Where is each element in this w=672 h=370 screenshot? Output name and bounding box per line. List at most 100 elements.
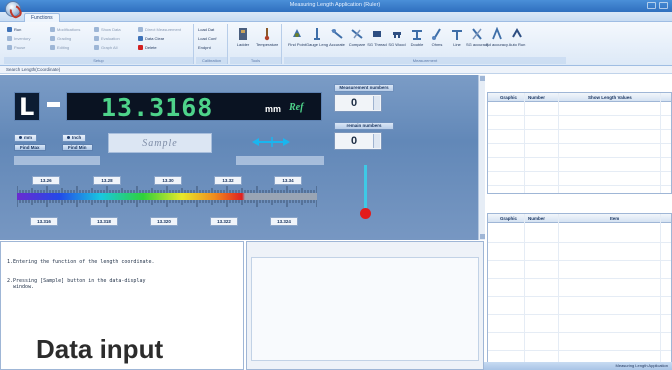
auto-run-button[interactable]: Auto Run <box>506 27 528 57</box>
scale-top-label: 13.32 <box>214 176 242 185</box>
ribbon-inventory[interactable]: Inventory <box>7 35 30 42</box>
ribbon-group-tools: Ladder Temperature Tools <box>230 24 282 64</box>
notes-panel <box>246 241 484 370</box>
window-controls <box>647 2 668 9</box>
status-text: Measuring Length Application <box>615 363 668 368</box>
color-scale-bar <box>17 186 317 207</box>
scroll-up-icon[interactable] <box>480 76 485 81</box>
ribbon-load-dat[interactable]: Load Dat <box>198 26 214 33</box>
spinner-icon[interactable] <box>373 96 380 110</box>
length-arrows-icon <box>252 137 290 147</box>
sample-button[interactable]: Sample <box>108 133 212 153</box>
spinner-icon[interactable] <box>373 134 380 148</box>
help-line: window. <box>7 284 35 290</box>
grid-row <box>488 157 671 158</box>
grid-row <box>488 115 671 116</box>
scale-bottom-label: 13.324 <box>270 217 298 226</box>
ribbon-graph-all[interactable]: Graph All <box>94 44 117 51</box>
title-bar: Measuring Length Application (Ruler) <box>0 0 672 12</box>
grid-header-cell: Number <box>528 216 546 221</box>
scale-top-label: 13.28 <box>93 176 121 185</box>
level-indicator-stem <box>364 165 367 210</box>
evaluation-icon <box>94 36 99 41</box>
accurate-icon <box>331 29 343 39</box>
ribbon-show-data[interactable]: Show Data <box>94 26 121 33</box>
grid-row <box>488 296 671 297</box>
compare-icon <box>351 29 363 39</box>
ribbon-editing[interactable]: Editing <box>50 44 69 51</box>
readout-unit: mm <box>265 104 282 114</box>
maximize-icon[interactable] <box>659 2 668 9</box>
scale-bottom-label: 13.322 <box>210 217 238 226</box>
grid-header: Graphic Number Show Length Values <box>488 93 671 102</box>
panel-scrollbar[interactable] <box>478 75 485 240</box>
sg-wood-button[interactable]: SG Wood <box>386 27 408 57</box>
grid-header-cell: Number <box>528 95 546 100</box>
ribbon-pause[interactable]: Pause <box>7 44 25 51</box>
readout-value: 13.3168 <box>101 93 214 122</box>
line-icon <box>452 30 462 40</box>
ohms-button[interactable]: Ohms <box>426 27 448 57</box>
ribbon-direct-measurement[interactable]: Direct Measurement <box>138 26 181 33</box>
accurate-button[interactable]: Accurate <box>326 27 348 57</box>
measurement-panel: L 13.3168 mm Ref mm Inch Find Max Find M… <box>0 75 484 240</box>
delete-icon <box>138 45 143 50</box>
grid-row <box>488 143 671 144</box>
line-button[interactable]: Line <box>446 27 468 57</box>
application-menu-icon[interactable] <box>5 1 21 17</box>
thermometer-icon <box>264 28 270 41</box>
radio-dot-icon <box>67 136 70 139</box>
ribbon-data-clear[interactable]: Data Clear <box>138 35 164 42</box>
grid-row <box>488 278 671 279</box>
measurement-numbers-field[interactable]: 0 <box>334 94 382 112</box>
ribbon-group-calibration: Load Dat Load Conf Endpnt Calibration <box>196 24 228 64</box>
ribbon-modifications[interactable]: Modifications <box>50 26 80 33</box>
gauge-length-button[interactable]: Gauge Length <box>306 27 328 57</box>
find-min-button[interactable]: Find Min <box>62 144 93 151</box>
ribbon-load-conf[interactable]: Load Conf <box>198 35 216 42</box>
double-button[interactable]: Double <box>406 27 428 57</box>
sample-label: Sample <box>142 138 178 149</box>
window-title: Measuring Length Application (Ruler) <box>289 2 381 8</box>
measurement-numbers-label: Measurement numbers <box>334 84 394 92</box>
sg-accuracy-button[interactable]: SG accuracy <box>466 27 488 57</box>
remain-numbers-label: remain numbers <box>334 122 394 130</box>
unit-mm-button[interactable]: mm <box>14 134 38 142</box>
notes-area[interactable] <box>251 257 479 361</box>
minimize-icon[interactable] <box>647 2 656 9</box>
find-point-button[interactable]: Find Point <box>286 27 308 57</box>
ribbon-endpoint[interactable]: Endpnt <box>198 44 211 51</box>
find-max-button[interactable]: Find Max <box>14 144 46 151</box>
ohms-icon <box>432 28 441 40</box>
ladder-button[interactable]: Ladder <box>232 27 254 57</box>
ladder-icon <box>239 28 247 40</box>
data-clear-icon <box>138 36 143 41</box>
ribbon-group-label: Measurement <box>284 57 566 64</box>
sg-thread-button[interactable]: SG Thread <box>366 27 388 57</box>
grid-header-cell: Graphic <box>500 95 518 100</box>
scroll-down-icon[interactable] <box>480 234 485 239</box>
pause-icon <box>7 45 12 50</box>
ribbon-evaluation[interactable]: Evaluation <box>94 35 120 42</box>
grid-row <box>488 171 671 172</box>
run-icon <box>7 27 12 32</box>
grid-header-cell: Item <box>610 216 620 221</box>
temperature-button[interactable]: Temperature <box>256 27 278 57</box>
scale-top-label: 13.30 <box>154 176 182 185</box>
grid-row <box>488 314 671 315</box>
compare-button[interactable]: Compare <box>346 27 368 57</box>
tab-functions[interactable]: Functions <box>24 13 60 22</box>
sign-indicator <box>47 102 60 107</box>
grid-row <box>488 129 671 130</box>
ribbon-delete[interactable]: Delete <box>138 44 157 51</box>
ribbon-grading[interactable]: Grading <box>50 35 71 42</box>
data-input-caption: Data input <box>36 334 164 364</box>
bd-accuracy-button[interactable]: Bd accuracy <box>486 27 508 57</box>
ribbon-run[interactable]: Run <box>7 26 21 33</box>
grid-divider <box>660 214 661 362</box>
unit-inch-button[interactable]: Inch <box>62 134 87 142</box>
grid-header-cell: Show Length Values <box>588 95 632 100</box>
remain-numbers-field[interactable]: 0 <box>334 132 382 150</box>
ribbon: Run Modifications Show Data Direct Measu… <box>0 22 672 66</box>
ribbon-group-label: Tools <box>230 57 281 64</box>
